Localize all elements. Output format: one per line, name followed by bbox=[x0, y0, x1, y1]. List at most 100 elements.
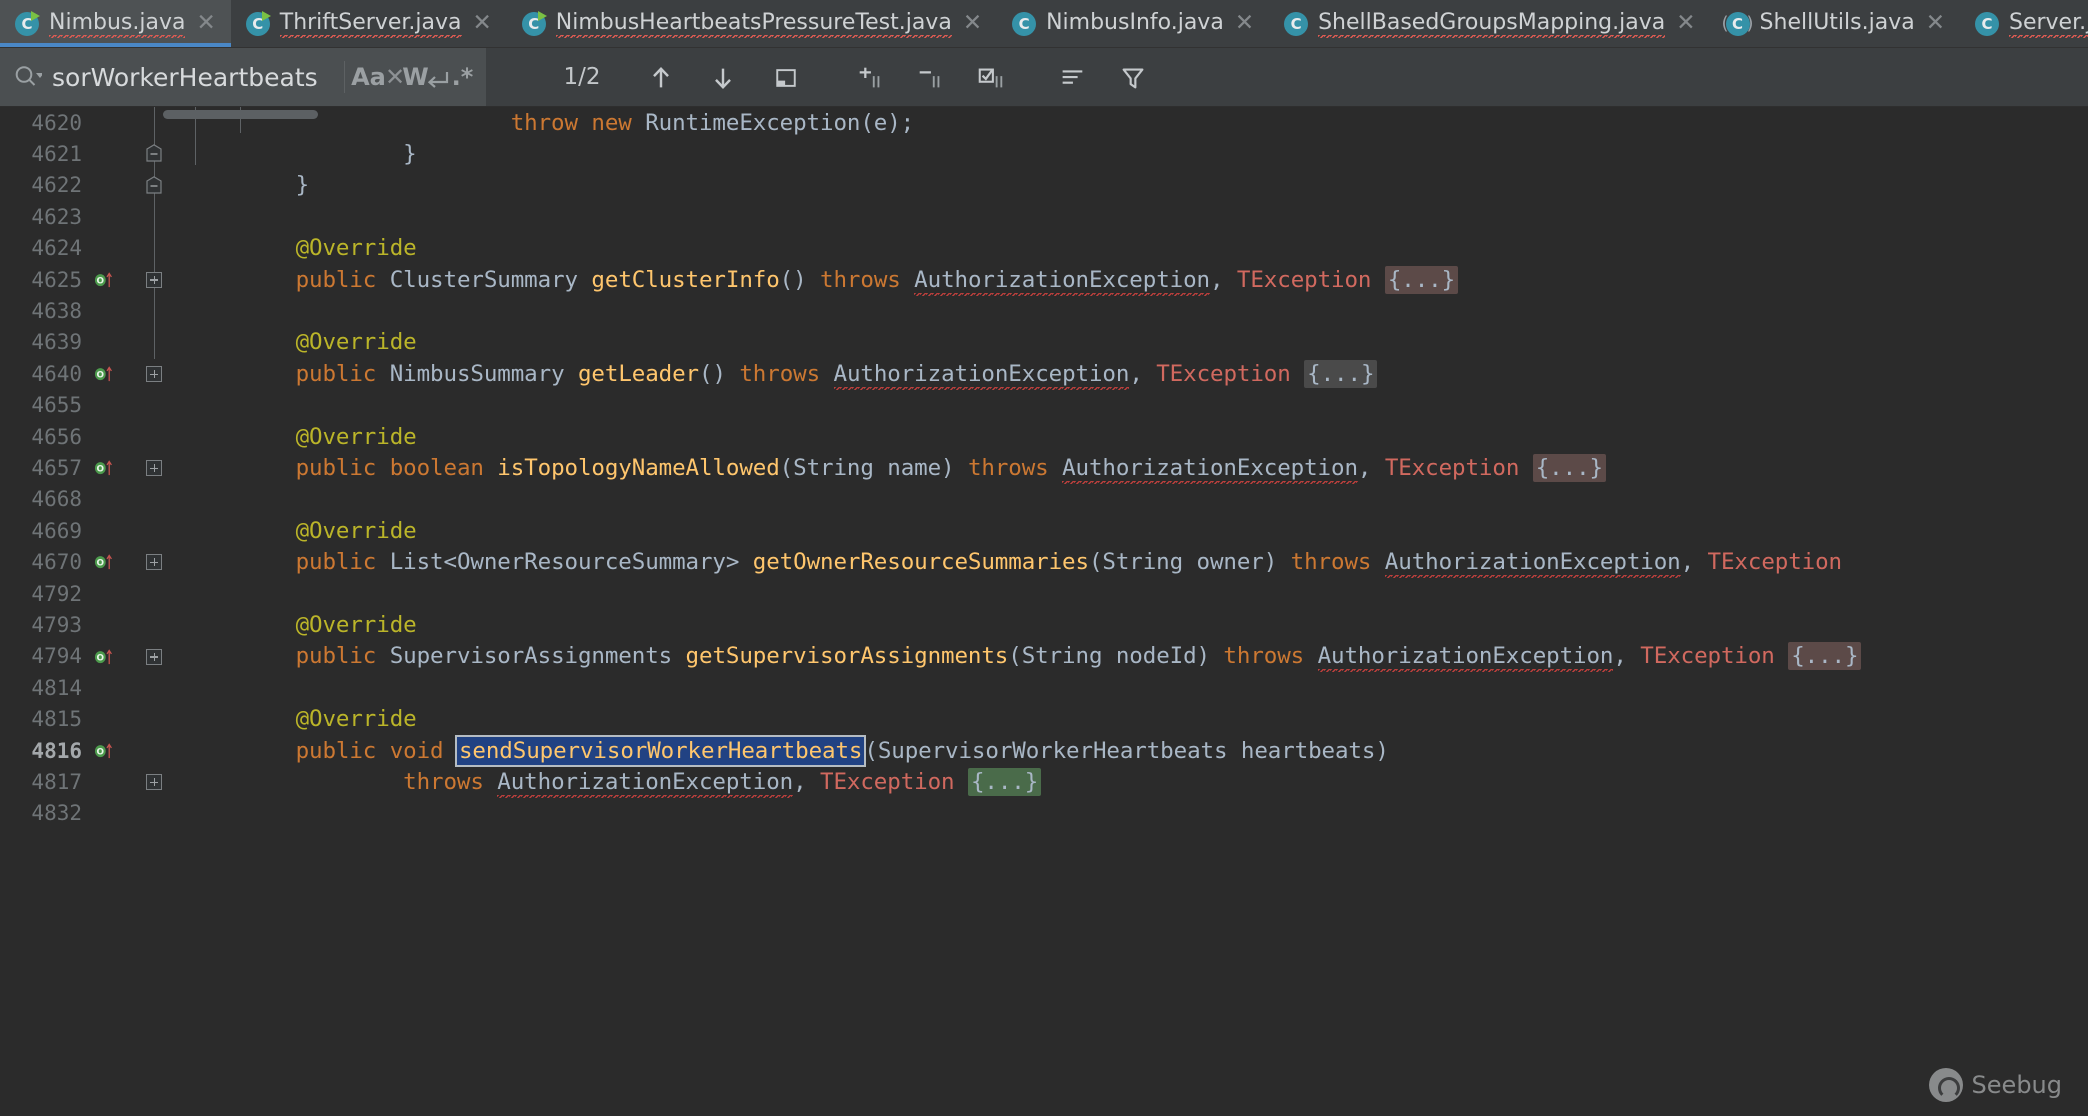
search-input[interactable] bbox=[52, 63, 369, 92]
code-text[interactable]: public SupervisorAssignments getSupervis… bbox=[188, 643, 1861, 669]
code-line[interactable]: 4621 } bbox=[0, 138, 2088, 169]
gutter-markers[interactable] bbox=[92, 138, 128, 169]
gutter-markers[interactable] bbox=[92, 327, 128, 358]
new-line-icon[interactable] bbox=[421, 62, 455, 92]
code-text[interactable]: @Override bbox=[188, 518, 417, 544]
override-method-icon[interactable]: O bbox=[94, 552, 113, 571]
gutter-markers[interactable]: O bbox=[92, 735, 128, 766]
fold-expand-icon[interactable] bbox=[146, 554, 162, 570]
code-line[interactable]: 4815 @Override bbox=[0, 703, 2088, 734]
code-text[interactable]: @Override bbox=[188, 706, 417, 732]
code-line[interactable]: 4640O public NimbusSummary getLeader() t… bbox=[0, 358, 2088, 389]
gutter-markers[interactable] bbox=[92, 170, 128, 201]
fold-column[interactable] bbox=[128, 295, 188, 326]
find-field-scrollbar[interactable] bbox=[163, 110, 318, 119]
gutter-markers[interactable]: O bbox=[92, 264, 128, 295]
code-text[interactable]: @Override bbox=[188, 235, 417, 261]
fold-column[interactable] bbox=[128, 641, 188, 672]
gutter-markers[interactable] bbox=[92, 201, 128, 232]
code-line[interactable]: 4814 bbox=[0, 672, 2088, 703]
fold-column[interactable] bbox=[128, 327, 188, 358]
code-line[interactable]: 4793 @Override bbox=[0, 609, 2088, 640]
fold-expand-icon[interactable] bbox=[146, 649, 162, 665]
override-method-icon[interactable]: O bbox=[94, 647, 113, 666]
gutter-markers[interactable] bbox=[92, 609, 128, 640]
editor-tab-nimbusheartbeatspressuretest[interactable]: CNimbusHeartbeatsPressureTest.java✕ bbox=[507, 0, 997, 47]
gutter-markers[interactable] bbox=[92, 515, 128, 546]
editor-tab-nimbus[interactable]: CNimbus.java✕ bbox=[0, 0, 231, 47]
code-line[interactable]: 4792 bbox=[0, 578, 2088, 609]
filter-lines-button[interactable] bbox=[1042, 48, 1102, 107]
editor-tab-server[interactable]: CServer.java✕ bbox=[1960, 0, 2088, 47]
close-icon[interactable]: ✕ bbox=[194, 12, 217, 35]
code-line[interactable]: 4625O public ClusterSummary getClusterIn… bbox=[0, 264, 2088, 295]
code-line[interactable]: 4639 @Override bbox=[0, 327, 2088, 358]
override-method-icon[interactable]: O bbox=[94, 270, 113, 289]
code-line[interactable]: 4832 bbox=[0, 798, 2088, 829]
code-line[interactable]: 4638 bbox=[0, 295, 2088, 326]
fold-column[interactable] bbox=[128, 515, 188, 546]
code-line[interactable]: 4622 } bbox=[0, 170, 2088, 201]
gutter-markers[interactable]: O bbox=[92, 546, 128, 577]
editor-tab-bar[interactable]: CNimbus.java✕CThriftServer.java✕CNimbusH… bbox=[0, 0, 2088, 48]
code-line[interactable]: 4817 throws AuthorizationException, TExc… bbox=[0, 766, 2088, 797]
code-line[interactable]: 4623 bbox=[0, 201, 2088, 232]
gutter-markers[interactable] bbox=[92, 233, 128, 264]
fold-expand-icon[interactable] bbox=[146, 272, 162, 288]
fold-expand-icon[interactable] bbox=[146, 460, 162, 476]
fold-column[interactable] bbox=[128, 609, 188, 640]
fold-column[interactable] bbox=[128, 358, 188, 389]
code-line[interactable]: 4669 @Override bbox=[0, 515, 2088, 546]
code-line[interactable]: 4657O public boolean isTopologyNameAllow… bbox=[0, 452, 2088, 483]
select-occurrences-button[interactable] bbox=[960, 48, 1022, 107]
code-line[interactable]: 4670O public List<OwnerResourceSummary> … bbox=[0, 546, 2088, 577]
fold-column[interactable] bbox=[128, 484, 188, 515]
fold-column[interactable] bbox=[128, 170, 188, 201]
code-text[interactable]: @Override bbox=[188, 329, 417, 355]
code-line[interactable]: 4624 @Override bbox=[0, 233, 2088, 264]
fold-column[interactable] bbox=[128, 421, 188, 452]
search-icon[interactable] bbox=[12, 62, 42, 92]
override-method-icon[interactable]: O bbox=[94, 364, 113, 383]
override-method-icon[interactable]: O bbox=[94, 458, 113, 477]
code-line[interactable]: 4655 bbox=[0, 390, 2088, 421]
fold-collapse-icon[interactable] bbox=[146, 176, 162, 194]
fold-collapse-icon[interactable] bbox=[146, 144, 162, 162]
code-editor[interactable]: 4620 throw new RuntimeException(e);4621 … bbox=[0, 107, 2088, 1116]
close-icon[interactable]: ✕ bbox=[1924, 12, 1947, 35]
gutter-markers[interactable]: O bbox=[92, 641, 128, 672]
fold-expand-icon[interactable] bbox=[146, 774, 162, 790]
code-text[interactable]: public List<OwnerResourceSummary> getOwn… bbox=[188, 549, 1842, 575]
code-text[interactable]: } bbox=[188, 141, 417, 167]
code-text[interactable]: throws AuthorizationException, TExceptio… bbox=[188, 769, 1041, 795]
code-text[interactable]: public boolean isTopologyNameAllowed(Str… bbox=[188, 455, 1606, 481]
find-next-button[interactable] bbox=[692, 48, 754, 107]
code-line[interactable]: 4656 @Override bbox=[0, 421, 2088, 452]
gutter-markers[interactable] bbox=[92, 672, 128, 703]
select-all-occurrences-button[interactable] bbox=[754, 48, 818, 107]
fold-column[interactable] bbox=[128, 264, 188, 295]
gutter-markers[interactable] bbox=[92, 107, 128, 138]
gutter-markers[interactable] bbox=[92, 703, 128, 734]
code-text[interactable]: public NimbusSummary getLeader() throws … bbox=[188, 361, 1377, 387]
find-previous-button[interactable] bbox=[630, 48, 692, 107]
code-line[interactable]: 4668 bbox=[0, 484, 2088, 515]
code-line[interactable]: 4794O public SupervisorAssignments getSu… bbox=[0, 641, 2088, 672]
gutter-markers[interactable] bbox=[92, 798, 128, 829]
find-field[interactable]: ✕ bbox=[0, 48, 344, 106]
code-line[interactable]: 4816O public void sendSupervisorWorkerHe… bbox=[0, 735, 2088, 766]
gutter-markers[interactable] bbox=[92, 578, 128, 609]
gutter-markers[interactable] bbox=[92, 484, 128, 515]
editor-tab-shellbasedgroupsmapping[interactable]: CShellBasedGroupsMapping.java✕ bbox=[1269, 0, 1710, 47]
fold-column[interactable] bbox=[128, 703, 188, 734]
fold-column[interactable] bbox=[128, 546, 188, 577]
editor-tab-nimbusinfo[interactable]: CNimbusInfo.java✕ bbox=[997, 0, 1269, 47]
close-icon[interactable]: ✕ bbox=[471, 12, 494, 35]
fold-column[interactable] bbox=[128, 672, 188, 703]
remove-selection-button[interactable] bbox=[900, 48, 960, 107]
code-text[interactable]: } bbox=[188, 172, 309, 198]
fold-column[interactable] bbox=[128, 798, 188, 829]
close-icon[interactable]: ✕ bbox=[1674, 12, 1697, 35]
fold-expand-icon[interactable] bbox=[146, 366, 162, 382]
fold-column[interactable] bbox=[128, 735, 188, 766]
